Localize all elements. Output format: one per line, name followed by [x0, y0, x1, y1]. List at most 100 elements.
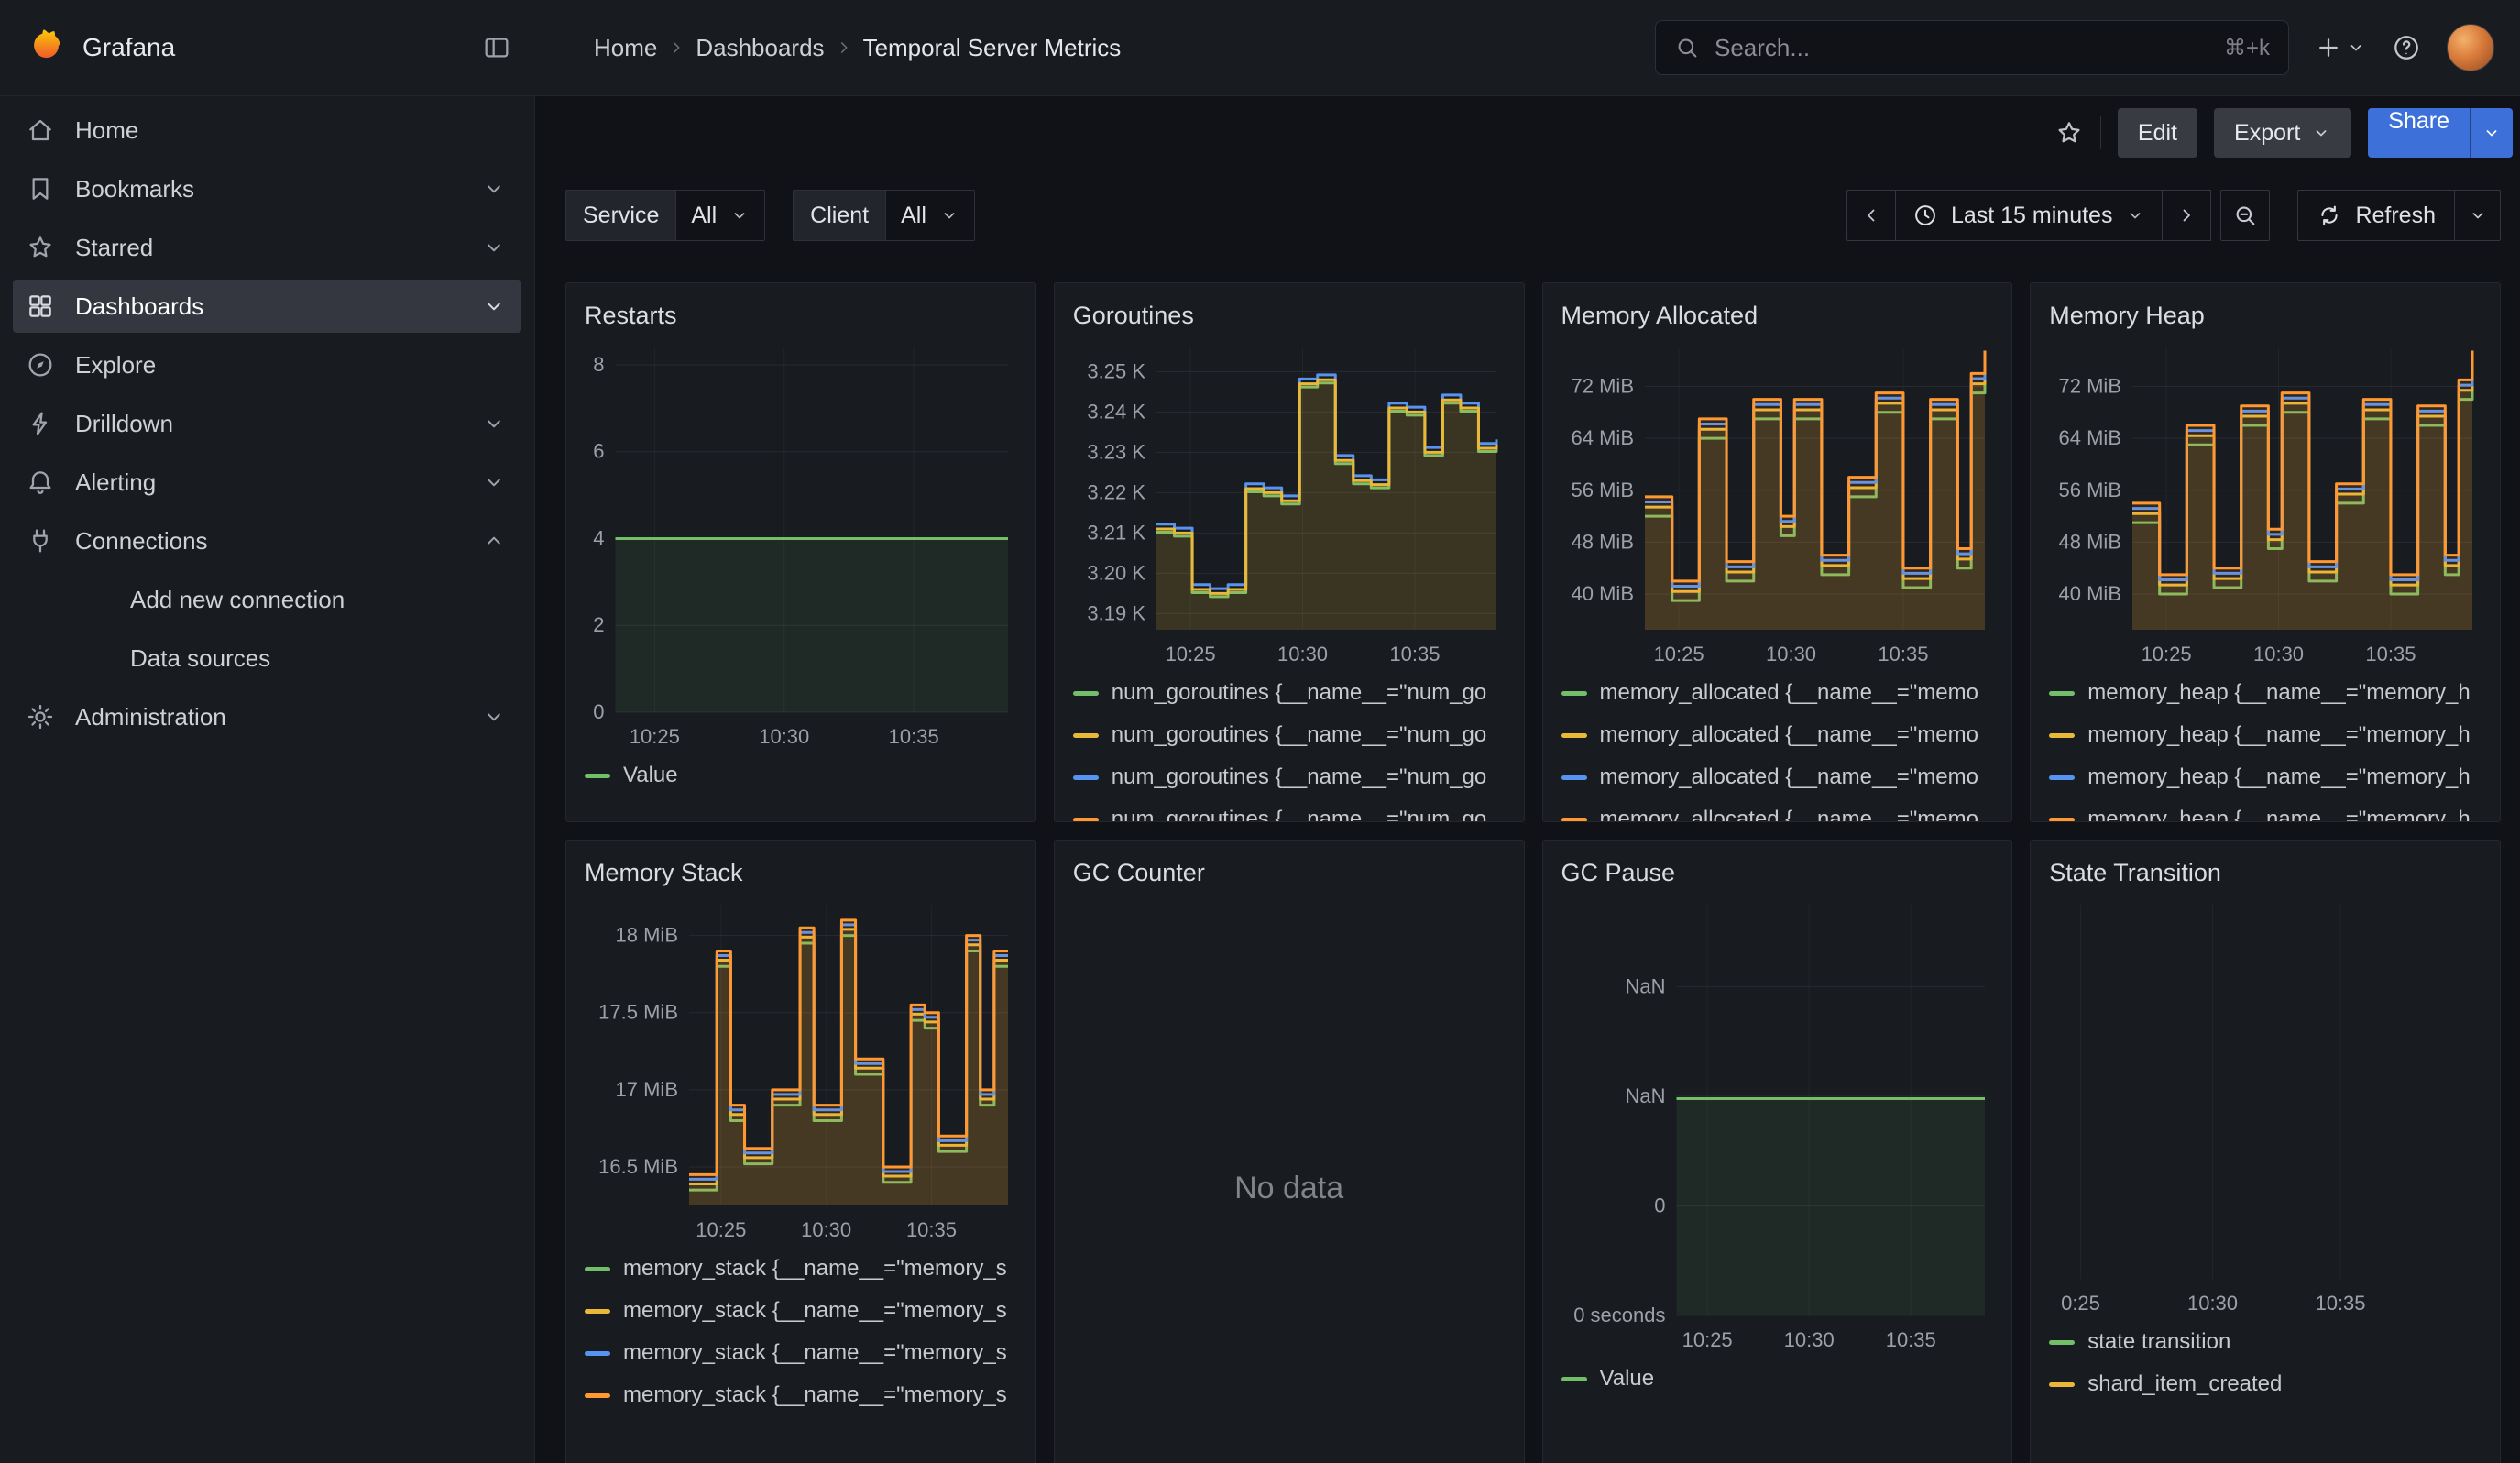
sidebar-item-alerting[interactable]: Alerting [13, 456, 521, 509]
legend-item[interactable]: num_goroutines {__name__="num_go [1073, 798, 1506, 822]
sidebar-item-dashboards[interactable]: Dashboards [13, 280, 521, 333]
chevron-right-icon [2175, 204, 2197, 226]
svg-text:48 MiB: 48 MiB [2059, 530, 2121, 553]
service-variable-value[interactable]: All [675, 190, 765, 241]
panel-memory-heap: Memory Heap10:2510:3010:3572 MiB64 MiB56… [2030, 282, 2501, 822]
legend-item[interactable]: num_goroutines {__name__="num_go [1073, 756, 1506, 798]
chevron-down-icon [481, 469, 507, 495]
legend-item[interactable]: memory_stack {__name__="memory_s [585, 1374, 1017, 1416]
share-menu-button[interactable] [2470, 108, 2513, 158]
client-variable-label: Client [793, 190, 885, 241]
legend-swatch [1561, 818, 1587, 822]
sidebar-item-label: Bookmarks [75, 175, 194, 204]
legend-item[interactable]: memory_heap {__name__="memory_h [2049, 798, 2482, 822]
legend-item[interactable]: memory_stack {__name__="memory_s [585, 1332, 1017, 1374]
panel-title[interactable]: State Transition [2049, 857, 2482, 888]
compass-icon [26, 350, 55, 380]
refresh-interval-button[interactable] [2455, 190, 2501, 241]
help-button[interactable] [2392, 33, 2421, 62]
legend-item[interactable]: Value [1561, 1358, 1994, 1400]
favorite-star-button[interactable] [2054, 118, 2084, 148]
panel-title[interactable]: Goroutines [1073, 300, 1506, 331]
user-avatar[interactable] [2447, 24, 2494, 72]
panel-legend: memory_stack {__name__="memory_smemory_s… [585, 1248, 1017, 1416]
zoom-out-button[interactable] [2220, 190, 2270, 241]
svg-text:3.19 K: 3.19 K [1087, 601, 1145, 624]
svg-text:3.20 K: 3.20 K [1087, 561, 1145, 584]
help-icon [2392, 33, 2421, 62]
sidebar-item-drilldown[interactable]: Drilldown [13, 397, 521, 450]
panel-title[interactable]: GC Pause [1561, 857, 1994, 888]
sidebar-item-label: Home [75, 116, 138, 145]
timeseries-chart: 10:2510:3010:3586420 [585, 338, 1017, 751]
legend-swatch [1561, 1377, 1587, 1381]
sidebar-toggle-button[interactable] [482, 33, 511, 62]
client-variable-value[interactable]: All [885, 190, 975, 241]
sidebar-item-starred[interactable]: Starred [13, 221, 521, 274]
panel-gc-pause: GC Pause 10:2510:3010:35NaNNaN00 secondsV… [1542, 840, 2013, 1463]
legend-item[interactable]: memory_allocated {__name__="memo [1561, 672, 1994, 714]
sidebar-item-bookmarks[interactable]: Bookmarks [13, 162, 521, 215]
breadcrumb-item-home[interactable]: Home [594, 34, 657, 62]
search-placeholder: Search... [1715, 34, 1810, 62]
sidebar-item-data-sources[interactable]: Data sources [13, 632, 521, 685]
svg-text:10:25: 10:25 [2142, 643, 2192, 666]
time-shift-forward-button[interactable] [2162, 190, 2211, 241]
legend-item[interactable]: memory_heap {__name__="memory_h [2049, 756, 2482, 798]
legend-item[interactable]: memory_allocated {__name__="memo [1561, 714, 1994, 756]
legend-item[interactable]: memory_stack {__name__="memory_s [585, 1290, 1017, 1332]
refresh-button[interactable]: Refresh [2297, 190, 2455, 241]
share-button[interactable]: Share [2368, 108, 2470, 158]
legend-item[interactable]: memory_heap {__name__="memory_h [2049, 714, 2482, 756]
legend-swatch [585, 1267, 610, 1271]
panel-state-transition: State Transition0:2510:3010:35state tran… [2030, 840, 2501, 1463]
legend-swatch [1073, 776, 1099, 780]
breadcrumb-item-dashboards[interactable]: Dashboards [696, 34, 824, 62]
time-range-picker[interactable]: Last 15 minutes [1895, 190, 2164, 241]
sidebar-item-administration[interactable]: Administration [13, 690, 521, 743]
legend-label: memory_stack {__name__="memory_s [623, 1298, 1007, 1324]
sidebar-item-explore[interactable]: Explore [13, 338, 521, 391]
panel-title[interactable]: Memory Allocated [1561, 300, 1994, 331]
variables-and-time-row: Service All Client All [565, 190, 2501, 241]
panel-title[interactable]: Memory Heap [2049, 300, 2482, 331]
timeseries-chart: 10:2510:3010:3518 MiB17.5 MiB17 MiB16.5 … [585, 896, 1017, 1244]
panel-legend: memory_allocated {__name__="memomemory_a… [1561, 672, 1994, 822]
svg-text:10:30: 10:30 [801, 1218, 851, 1241]
legend-item[interactable]: num_goroutines {__name__="num_go [1073, 672, 1506, 714]
edit-button[interactable]: Edit [2118, 108, 2197, 158]
svg-text:3.21 K: 3.21 K [1087, 521, 1145, 544]
panel-title[interactable]: Restarts [585, 300, 1017, 331]
legend-swatch [2049, 733, 2075, 738]
panel-title[interactable]: Memory Stack [585, 857, 1017, 888]
legend-label: num_goroutines {__name__="num_go [1112, 680, 1487, 706]
sidebar-item-label: Data sources [130, 644, 270, 673]
search-icon [1674, 35, 1700, 60]
legend-item[interactable]: memory_allocated {__name__="memo [1561, 756, 1994, 798]
legend-item[interactable]: memory_allocated {__name__="memo [1561, 798, 1994, 822]
svg-text:3.24 K: 3.24 K [1087, 400, 1145, 423]
breadcrumb-separator-icon [666, 38, 686, 58]
svg-text:72 MiB: 72 MiB [2059, 374, 2121, 397]
sidebar-item-home[interactable]: Home [13, 104, 521, 157]
client-variable: Client All [793, 190, 975, 241]
panel-title[interactable]: GC Counter [1073, 857, 1506, 888]
legend-item[interactable]: memory_stack {__name__="memory_s [585, 1248, 1017, 1290]
new-button[interactable] [2315, 34, 2366, 61]
chevron-down-icon [481, 411, 507, 436]
search-input[interactable]: Search... ⌘+k [1655, 20, 2289, 75]
legend-item[interactable]: shard_item_created [2049, 1363, 2482, 1405]
svg-text:10:35: 10:35 [2316, 1292, 2366, 1314]
legend-item[interactable]: num_goroutines {__name__="num_go [1073, 714, 1506, 756]
timeseries-chart: 10:2510:3010:35NaNNaN00 seconds [1561, 896, 1994, 1354]
topbar-right: Search... ⌘+k [1655, 20, 2520, 75]
svg-text:10:30: 10:30 [1277, 643, 1328, 666]
legend-item[interactable]: Value [585, 754, 1017, 797]
export-button[interactable]: Export [2214, 108, 2351, 158]
sidebar-item-add-new-connection[interactable]: Add new connection [13, 573, 521, 626]
legend-item[interactable]: state transition [2049, 1321, 2482, 1363]
sidebar-item-connections[interactable]: Connections [13, 514, 521, 567]
time-shift-back-button[interactable] [1846, 190, 1896, 241]
legend-swatch [585, 1309, 610, 1314]
legend-item[interactable]: memory_heap {__name__="memory_h [2049, 672, 2482, 714]
